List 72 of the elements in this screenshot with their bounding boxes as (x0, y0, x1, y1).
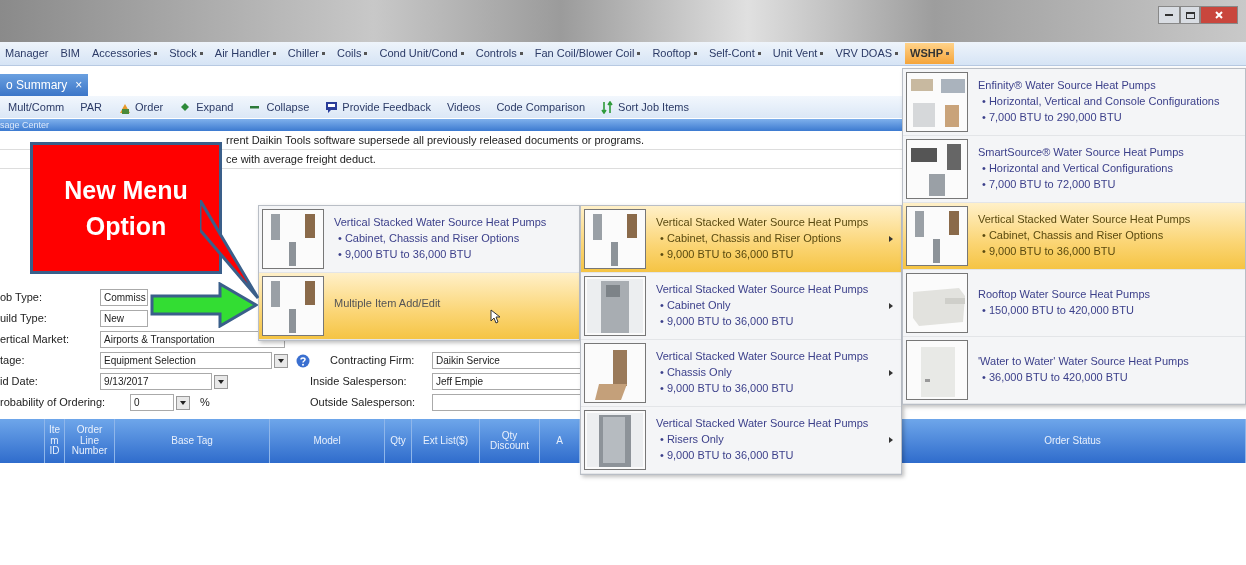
input-field[interactable] (432, 394, 582, 411)
speech-bubble-icon (325, 100, 339, 114)
input-field[interactable]: Commiss (100, 289, 148, 306)
column-header: Qty Discount (480, 419, 540, 463)
field-label: tage: (0, 353, 26, 369)
menu-item[interactable]: Multiple Item Add/Edit (259, 273, 579, 340)
menu-item[interactable]: Vertical Stacked Water Source Heat Pumps • Chassis Only • 9,000 BTU to 36,000 BTU (581, 340, 901, 407)
menu-bar-item[interactable]: Controls (470, 43, 528, 64)
input-field[interactable]: Jeff Empie (432, 373, 582, 390)
toolbar-button[interactable]: Videos (438, 98, 489, 116)
arrow-icon (150, 282, 258, 328)
menu-item[interactable]: Vertical Stacked Water Source Heat Pumps • Risers Only • 9,000 BTU to 36,000 BTU (581, 407, 901, 474)
toolbar-button[interactable]: Collapse (241, 98, 318, 116)
menu-item[interactable]: Enfinity® Water Source Heat Pumps • Horizontal, Vertical and Console Configurations • 7,000 BTU to 290,000 BTU (903, 69, 1245, 136)
column-header: Base Tag (115, 419, 270, 463)
menu-item[interactable]: 'Water to Water' Water Source Heat Pumps • 36,000 BTU to 420,000 BTU (903, 337, 1245, 404)
menu-item[interactable]: Vertical Stacked Water Source Heat Pumps • Cabinet Only • 9,000 BTU to 36,000 BTU (581, 273, 901, 340)
input-field[interactable]: 9/13/2017 (100, 373, 212, 390)
menu-item[interactable]: Vertical Stacked Water Source Heat Pumps • Cabinet, Chassis and Riser Options • 9,000 BTU to 36,000 BTU (259, 206, 579, 273)
toolbar-button[interactable]: PAR (72, 98, 111, 116)
dropdown-button[interactable] (274, 353, 288, 368)
toolbar-button[interactable]: Code Comparison (488, 98, 594, 116)
sort-arrows-icon (601, 100, 615, 114)
input-field[interactable]: 0 (130, 394, 174, 411)
menu-item[interactable]: Vertical Stacked Water Source Heat Pumps • Cabinet, Chassis and Riser Options • 9,000 BTU to 36,000 BTU (581, 206, 901, 273)
dropdown-button[interactable] (176, 395, 190, 410)
menu-bar-item[interactable]: WSHP (905, 43, 955, 64)
minimize-button[interactable] (1158, 6, 1180, 24)
column-header: Ext List($) (412, 419, 480, 463)
column-header: Ite m ID (45, 419, 65, 463)
menu-item[interactable]: Vertical Stacked Water Source Heat Pumps • Cabinet, Chassis and Riser Options • 9,000 BTU to 36,000 BTU (903, 203, 1245, 270)
field-label: Contracting Firm: (329, 353, 416, 369)
field-label: id Date: (0, 374, 39, 390)
input-field[interactable]: New (100, 310, 148, 327)
field-label: Outside Salesperson: (310, 395, 417, 411)
menu-bar-item[interactable]: Accessories (87, 43, 163, 64)
column-header: Order Line Number (65, 419, 115, 463)
input-field[interactable]: Daikin Service (432, 352, 582, 369)
toolbar-button[interactable]: Expand (171, 98, 242, 116)
field-label: uild Type: (0, 311, 48, 327)
toolbar-button[interactable]: Sort Job Items (593, 98, 697, 116)
field-label: ertical Market: (0, 332, 71, 348)
toolbar-button[interactable]: Provide Feedback (317, 98, 439, 116)
menu-bar-item[interactable]: Fan Coil/Blower Coil (529, 43, 646, 64)
document-tab[interactable]: o Summary × (0, 74, 89, 96)
input-field[interactable]: Equipment Selection (100, 352, 272, 369)
menu-bar-item[interactable]: VRV DOAS (830, 43, 904, 64)
maximize-button[interactable] (1180, 6, 1200, 24)
column-header: Qty (385, 419, 412, 463)
column-header: Model (270, 419, 385, 463)
toolbar-button[interactable]: Mult/Comm (0, 98, 73, 116)
toolbar-button[interactable]: Order (110, 98, 172, 116)
menu-bar-item[interactable]: Air Handler (209, 43, 281, 64)
cursor-icon (490, 309, 500, 324)
dropdown-button[interactable] (214, 374, 228, 389)
menu-bar-item[interactable]: Cond Unit/Cond (374, 43, 469, 64)
menu-bar-item[interactable]: Manager (0, 43, 54, 64)
menu-bar-item[interactable]: BIM (55, 43, 85, 64)
menu-bar-item[interactable]: Coils (332, 43, 373, 64)
menu-bar-item[interactable]: Chiller (282, 43, 330, 64)
menu-bar-item[interactable]: Stock (164, 43, 208, 64)
menu-bar-item[interactable]: Unit Vent (767, 43, 829, 64)
field-label: Inside Salesperson: (310, 374, 408, 390)
menu-bar-item[interactable]: Self-Cont (703, 43, 766, 64)
field-label: ob Type: (0, 290, 43, 306)
input-field[interactable]: Airports & Transportation (100, 331, 285, 348)
menu-bar-item[interactable]: Rooftop (647, 43, 702, 64)
close-button[interactable] (1200, 6, 1238, 24)
unit-label: % (200, 395, 210, 411)
close-icon (1215, 11, 1223, 19)
menu-item[interactable]: SmartSource® Water Source Heat Pumps • Horizontal and Vertical Configurations • 7,000 BTU to 72,000 BTU (903, 136, 1245, 203)
menu-item[interactable]: Rooftop Water Source Heat Pumps • 150,000 BTU to 420,000 BTU (903, 270, 1245, 337)
